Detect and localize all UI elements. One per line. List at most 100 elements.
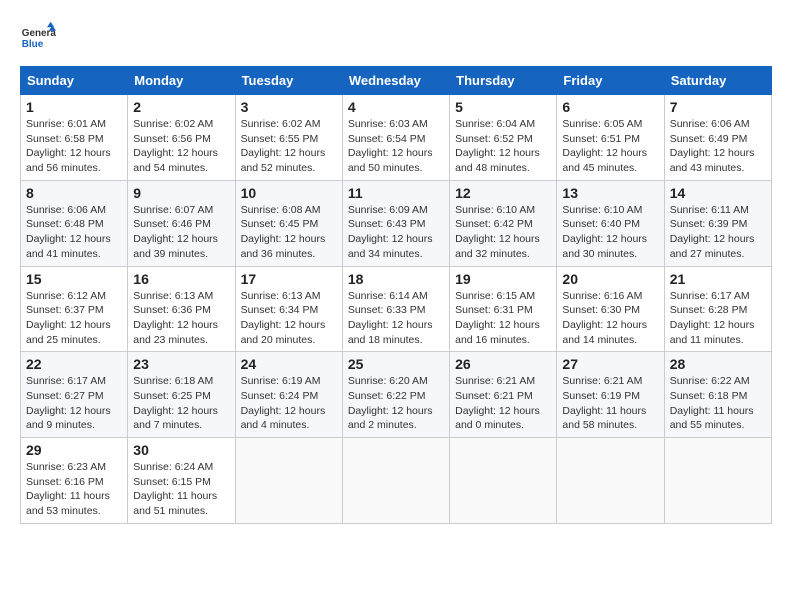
day-number: 10 (241, 185, 337, 201)
weekday-header: Friday (557, 67, 664, 95)
day-info: Sunrise: 6:23 AMSunset: 6:16 PMDaylight:… (26, 461, 110, 517)
calendar-week-row: 1 Sunrise: 6:01 AMSunset: 6:58 PMDayligh… (21, 95, 772, 181)
calendar-day-cell: 19 Sunrise: 6:15 AMSunset: 6:31 PMDaylig… (450, 266, 557, 352)
calendar-day-cell: 20 Sunrise: 6:16 AMSunset: 6:30 PMDaylig… (557, 266, 664, 352)
day-info: Sunrise: 6:19 AMSunset: 6:24 PMDaylight:… (241, 375, 326, 431)
day-info: Sunrise: 6:07 AMSunset: 6:46 PMDaylight:… (133, 204, 218, 260)
calendar-day-cell: 23 Sunrise: 6:18 AMSunset: 6:25 PMDaylig… (128, 352, 235, 438)
weekday-header: Saturday (664, 67, 771, 95)
day-info: Sunrise: 6:21 AMSunset: 6:21 PMDaylight:… (455, 375, 540, 431)
day-info: Sunrise: 6:13 AMSunset: 6:34 PMDaylight:… (241, 290, 326, 346)
calendar-day-cell: 14 Sunrise: 6:11 AMSunset: 6:39 PMDaylig… (664, 180, 771, 266)
weekday-header: Thursday (450, 67, 557, 95)
day-info: Sunrise: 6:20 AMSunset: 6:22 PMDaylight:… (348, 375, 433, 431)
day-number: 26 (455, 356, 551, 372)
day-info: Sunrise: 6:03 AMSunset: 6:54 PMDaylight:… (348, 118, 433, 174)
calendar-day-cell: 13 Sunrise: 6:10 AMSunset: 6:40 PMDaylig… (557, 180, 664, 266)
weekday-header: Sunday (21, 67, 128, 95)
calendar-day-cell: 7 Sunrise: 6:06 AMSunset: 6:49 PMDayligh… (664, 95, 771, 181)
day-number: 15 (26, 271, 122, 287)
weekday-header: Tuesday (235, 67, 342, 95)
calendar-day-cell: 11 Sunrise: 6:09 AMSunset: 6:43 PMDaylig… (342, 180, 449, 266)
calendar-week-row: 22 Sunrise: 6:17 AMSunset: 6:27 PMDaylig… (21, 352, 772, 438)
day-number: 18 (348, 271, 444, 287)
page-header: General Blue (20, 20, 772, 56)
day-number: 3 (241, 99, 337, 115)
calendar-day-cell (342, 438, 449, 524)
weekday-header: Monday (128, 67, 235, 95)
day-number: 2 (133, 99, 229, 115)
day-number: 12 (455, 185, 551, 201)
calendar-day-cell: 15 Sunrise: 6:12 AMSunset: 6:37 PMDaylig… (21, 266, 128, 352)
day-number: 20 (562, 271, 658, 287)
calendar-day-cell: 26 Sunrise: 6:21 AMSunset: 6:21 PMDaylig… (450, 352, 557, 438)
calendar-day-cell: 9 Sunrise: 6:07 AMSunset: 6:46 PMDayligh… (128, 180, 235, 266)
day-number: 11 (348, 185, 444, 201)
calendar-day-cell: 5 Sunrise: 6:04 AMSunset: 6:52 PMDayligh… (450, 95, 557, 181)
day-info: Sunrise: 6:21 AMSunset: 6:19 PMDaylight:… (562, 375, 646, 431)
calendar-day-cell: 30 Sunrise: 6:24 AMSunset: 6:15 PMDaylig… (128, 438, 235, 524)
calendar-day-cell (664, 438, 771, 524)
calendar-week-row: 29 Sunrise: 6:23 AMSunset: 6:16 PMDaylig… (21, 438, 772, 524)
calendar-day-cell: 3 Sunrise: 6:02 AMSunset: 6:55 PMDayligh… (235, 95, 342, 181)
day-info: Sunrise: 6:22 AMSunset: 6:18 PMDaylight:… (670, 375, 754, 431)
day-info: Sunrise: 6:06 AMSunset: 6:49 PMDaylight:… (670, 118, 755, 174)
day-info: Sunrise: 6:06 AMSunset: 6:48 PMDaylight:… (26, 204, 111, 260)
calendar-day-cell: 2 Sunrise: 6:02 AMSunset: 6:56 PMDayligh… (128, 95, 235, 181)
day-info: Sunrise: 6:09 AMSunset: 6:43 PMDaylight:… (348, 204, 433, 260)
calendar-day-cell: 4 Sunrise: 6:03 AMSunset: 6:54 PMDayligh… (342, 95, 449, 181)
day-info: Sunrise: 6:14 AMSunset: 6:33 PMDaylight:… (348, 290, 433, 346)
day-number: 22 (26, 356, 122, 372)
calendar-day-cell (450, 438, 557, 524)
day-info: Sunrise: 6:05 AMSunset: 6:51 PMDaylight:… (562, 118, 647, 174)
calendar-week-row: 8 Sunrise: 6:06 AMSunset: 6:48 PMDayligh… (21, 180, 772, 266)
day-number: 24 (241, 356, 337, 372)
day-number: 13 (562, 185, 658, 201)
day-number: 19 (455, 271, 551, 287)
day-info: Sunrise: 6:13 AMSunset: 6:36 PMDaylight:… (133, 290, 218, 346)
calendar-day-cell: 29 Sunrise: 6:23 AMSunset: 6:16 PMDaylig… (21, 438, 128, 524)
logo: General Blue (20, 20, 60, 56)
calendar-day-cell: 12 Sunrise: 6:10 AMSunset: 6:42 PMDaylig… (450, 180, 557, 266)
day-number: 14 (670, 185, 766, 201)
day-info: Sunrise: 6:02 AMSunset: 6:55 PMDaylight:… (241, 118, 326, 174)
calendar-day-cell: 22 Sunrise: 6:17 AMSunset: 6:27 PMDaylig… (21, 352, 128, 438)
day-info: Sunrise: 6:18 AMSunset: 6:25 PMDaylight:… (133, 375, 218, 431)
day-info: Sunrise: 6:12 AMSunset: 6:37 PMDaylight:… (26, 290, 111, 346)
logo-icon: General Blue (20, 20, 56, 56)
day-number: 8 (26, 185, 122, 201)
day-number: 6 (562, 99, 658, 115)
calendar-day-cell: 21 Sunrise: 6:17 AMSunset: 6:28 PMDaylig… (664, 266, 771, 352)
calendar-day-cell (235, 438, 342, 524)
day-number: 5 (455, 99, 551, 115)
day-info: Sunrise: 6:10 AMSunset: 6:42 PMDaylight:… (455, 204, 540, 260)
day-number: 25 (348, 356, 444, 372)
day-info: Sunrise: 6:01 AMSunset: 6:58 PMDaylight:… (26, 118, 111, 174)
calendar-header-row: SundayMondayTuesdayWednesdayThursdayFrid… (21, 67, 772, 95)
day-number: 16 (133, 271, 229, 287)
day-number: 21 (670, 271, 766, 287)
day-number: 23 (133, 356, 229, 372)
day-info: Sunrise: 6:02 AMSunset: 6:56 PMDaylight:… (133, 118, 218, 174)
svg-text:Blue: Blue (22, 39, 44, 50)
day-number: 9 (133, 185, 229, 201)
calendar-day-cell: 17 Sunrise: 6:13 AMSunset: 6:34 PMDaylig… (235, 266, 342, 352)
calendar-day-cell: 27 Sunrise: 6:21 AMSunset: 6:19 PMDaylig… (557, 352, 664, 438)
calendar-table: SundayMondayTuesdayWednesdayThursdayFrid… (20, 66, 772, 524)
calendar-day-cell: 6 Sunrise: 6:05 AMSunset: 6:51 PMDayligh… (557, 95, 664, 181)
weekday-header: Wednesday (342, 67, 449, 95)
day-number: 17 (241, 271, 337, 287)
day-info: Sunrise: 6:16 AMSunset: 6:30 PMDaylight:… (562, 290, 647, 346)
day-info: Sunrise: 6:11 AMSunset: 6:39 PMDaylight:… (670, 204, 755, 260)
day-info: Sunrise: 6:08 AMSunset: 6:45 PMDaylight:… (241, 204, 326, 260)
day-number: 29 (26, 442, 122, 458)
day-info: Sunrise: 6:10 AMSunset: 6:40 PMDaylight:… (562, 204, 647, 260)
calendar-day-cell: 18 Sunrise: 6:14 AMSunset: 6:33 PMDaylig… (342, 266, 449, 352)
calendar-day-cell (557, 438, 664, 524)
calendar-day-cell: 16 Sunrise: 6:13 AMSunset: 6:36 PMDaylig… (128, 266, 235, 352)
day-number: 30 (133, 442, 229, 458)
calendar-day-cell: 24 Sunrise: 6:19 AMSunset: 6:24 PMDaylig… (235, 352, 342, 438)
calendar-day-cell: 25 Sunrise: 6:20 AMSunset: 6:22 PMDaylig… (342, 352, 449, 438)
calendar-week-row: 15 Sunrise: 6:12 AMSunset: 6:37 PMDaylig… (21, 266, 772, 352)
calendar-day-cell: 8 Sunrise: 6:06 AMSunset: 6:48 PMDayligh… (21, 180, 128, 266)
